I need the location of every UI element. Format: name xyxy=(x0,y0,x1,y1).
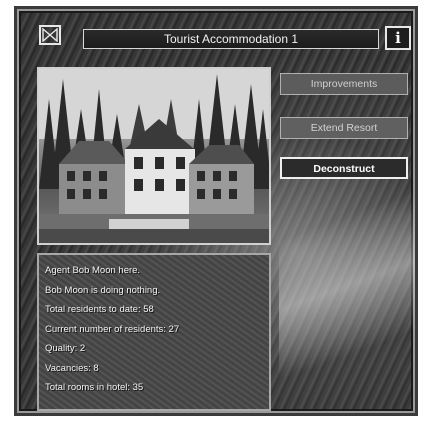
info-button[interactable]: i xyxy=(385,26,411,50)
window-title: Tourist Accommodation 1 xyxy=(83,29,379,49)
status-line-current-residents: Current number of residents: 27 xyxy=(45,323,180,335)
status-line-total-residents: Total residents to date: 58 xyxy=(45,304,154,315)
improvements-button[interactable]: Improvements xyxy=(280,73,408,95)
accommodation-window: Tourist Accommodation 1 i Improvements E… xyxy=(14,6,418,416)
status-line-vacancies: Vacancies: 8 xyxy=(45,362,99,374)
extend-resort-button[interactable]: Extend Resort xyxy=(280,117,408,139)
deconstruct-button[interactable]: Deconstruct xyxy=(280,157,408,179)
title-bar: Tourist Accommodation 1 i xyxy=(17,9,415,59)
bowtie-close-icon xyxy=(42,28,58,42)
close-button[interactable] xyxy=(39,25,61,45)
status-line-total-rooms: Total rooms in hotel: 35 xyxy=(45,382,144,393)
status-line-agent: Agent Bob Moon here. xyxy=(45,265,141,276)
status-panel: Agent Bob Moon here. Bob Moon is doing n… xyxy=(37,253,271,411)
status-line-activity: Bob Moon is doing nothing. xyxy=(45,284,161,296)
hotel-illustration xyxy=(39,69,269,243)
background-texture xyxy=(279,184,415,413)
hotel-photo xyxy=(37,67,271,245)
status-line-quality: Quality: 2 xyxy=(45,343,86,354)
